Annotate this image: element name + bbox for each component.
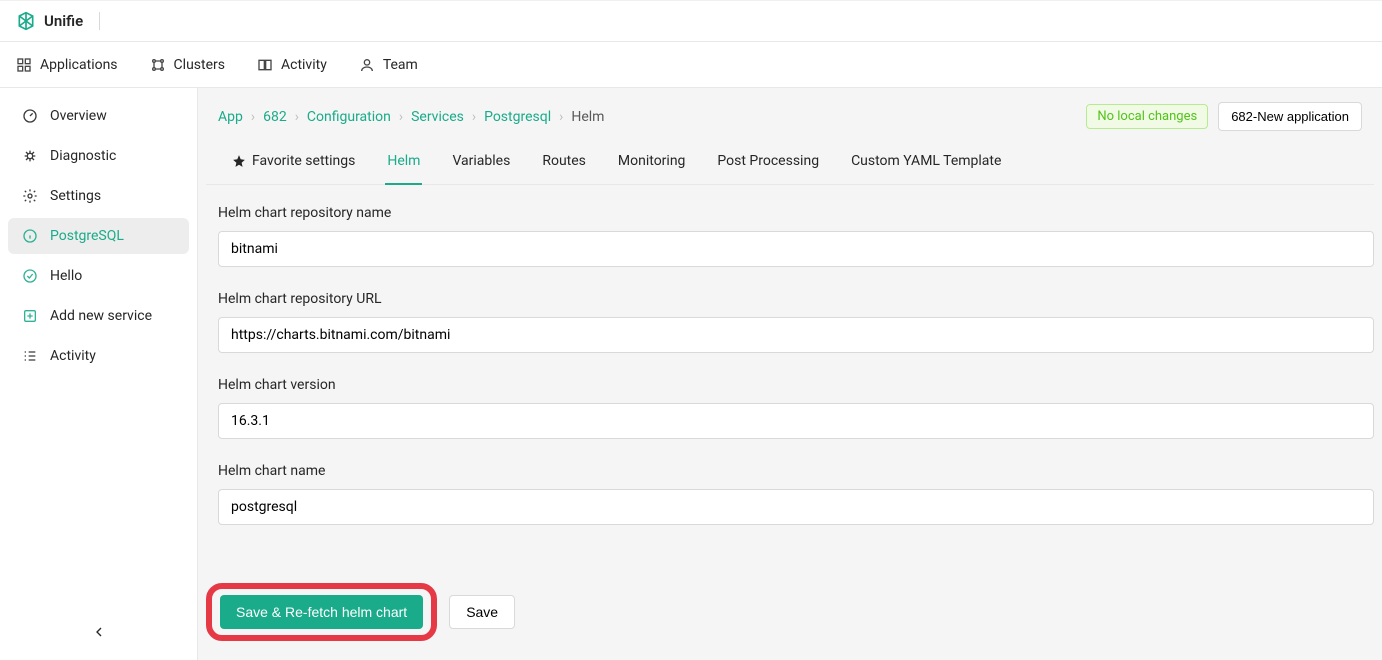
nav-activity[interactable]: Activity	[257, 57, 327, 73]
tab-monitoring[interactable]: Monitoring	[616, 153, 688, 185]
highlight-annotation: Save & Re-fetch helm chart	[206, 583, 437, 641]
bug-icon	[22, 148, 38, 164]
tab-label: Custom YAML Template	[851, 153, 1001, 169]
breadcrumb-configuration[interactable]: Configuration	[307, 109, 391, 125]
breadcrumb-service[interactable]: Postgresql	[484, 109, 551, 125]
app-select-button[interactable]: 682-New application	[1218, 102, 1362, 131]
header-right: No local changes 682-New application	[1086, 102, 1362, 131]
sidebar: Overview Diagnostic Settings PostgreSQL …	[0, 88, 198, 660]
sidebar-item-hello[interactable]: Hello	[8, 258, 189, 294]
field-chart-name: Helm chart name	[218, 463, 1374, 525]
label-version: Helm chart version	[218, 377, 1374, 393]
nav-bar: Applications Clusters Activity Team	[0, 42, 1382, 88]
brand-name: Unifie	[44, 12, 83, 30]
divider	[99, 12, 100, 30]
sidebar-label: Activity	[50, 348, 96, 364]
breadcrumb-app[interactable]: App	[218, 109, 243, 125]
content-header: App › 682 › Configuration › Services › P…	[198, 88, 1382, 131]
field-repo-name: Helm chart repository name	[218, 205, 1374, 267]
label-chart-name: Helm chart name	[218, 463, 1374, 479]
status-badge: No local changes	[1086, 104, 1208, 129]
tab-helm[interactable]: Helm	[385, 153, 422, 185]
gear-icon	[22, 188, 38, 204]
tabs: Favorite settings Helm Variables Routes …	[206, 131, 1374, 185]
dashboard-icon	[22, 108, 38, 124]
helm-form: Helm chart repository name Helm chart re…	[198, 185, 1382, 569]
sidebar-label: Add new service	[50, 308, 152, 324]
nav-team[interactable]: Team	[359, 57, 418, 73]
tab-label: Helm	[387, 153, 420, 169]
sidebar-label: Diagnostic	[50, 148, 116, 164]
sidebar-item-overview[interactable]: Overview	[8, 98, 189, 134]
tab-post-processing[interactable]: Post Processing	[715, 153, 821, 185]
info-icon	[22, 228, 38, 244]
grid-icon	[16, 57, 32, 73]
sidebar-item-settings[interactable]: Settings	[8, 178, 189, 214]
tab-label: Monitoring	[618, 153, 686, 169]
label-repo-url: Helm chart repository URL	[218, 291, 1374, 307]
sidebar-collapse-button[interactable]	[4, 612, 193, 652]
unifie-logo-icon	[16, 11, 36, 31]
top-bar: Unifie	[0, 0, 1382, 42]
sidebar-item-activity[interactable]: Activity	[8, 338, 189, 374]
nav-label: Applications	[40, 57, 118, 73]
label-repo-name: Helm chart repository name	[218, 205, 1374, 221]
field-version: Helm chart version	[218, 377, 1374, 439]
star-icon	[232, 154, 246, 168]
breadcrumb-id[interactable]: 682	[263, 109, 287, 125]
input-version[interactable]	[218, 403, 1374, 439]
nav-label: Activity	[281, 57, 327, 73]
tab-label: Variables	[452, 153, 510, 169]
breadcrumb-services[interactable]: Services	[411, 109, 464, 125]
sidebar-item-postgresql[interactable]: PostgreSQL	[8, 218, 189, 254]
breadcrumb: App › 682 › Configuration › Services › P…	[218, 109, 604, 125]
chevron-right-icon: ›	[472, 109, 476, 125]
content-area: App › 682 › Configuration › Services › P…	[198, 88, 1382, 660]
plus-square-icon	[22, 308, 38, 324]
sidebar-item-diagnostic[interactable]: Diagnostic	[8, 138, 189, 174]
tab-label: Favorite settings	[252, 153, 355, 169]
brand-logo[interactable]: Unifie	[16, 11, 83, 31]
book-icon	[257, 57, 273, 73]
sidebar-label: PostgreSQL	[50, 228, 124, 244]
tab-favorite-settings[interactable]: Favorite settings	[230, 153, 357, 185]
input-repo-url[interactable]	[218, 317, 1374, 353]
check-circle-icon	[22, 268, 38, 284]
input-chart-name[interactable]	[218, 489, 1374, 525]
chevron-left-icon	[91, 624, 107, 640]
main-area: Overview Diagnostic Settings PostgreSQL …	[0, 88, 1382, 660]
sidebar-label: Hello	[50, 268, 82, 284]
chevron-right-icon: ›	[559, 109, 563, 125]
breadcrumb-current: Helm	[571, 109, 604, 125]
tab-label: Routes	[542, 153, 586, 169]
nav-clusters[interactable]: Clusters	[150, 57, 225, 73]
actions-bar: Save & Re-fetch helm chart Save	[198, 569, 1382, 655]
save-button[interactable]: Save	[449, 595, 515, 629]
chevron-right-icon: ›	[295, 109, 299, 125]
tab-label: Post Processing	[717, 153, 819, 169]
save-refetch-button[interactable]: Save & Re-fetch helm chart	[220, 595, 423, 629]
nav-label: Clusters	[174, 57, 225, 73]
field-repo-url: Helm chart repository URL	[218, 291, 1374, 353]
sidebar-label: Overview	[50, 108, 107, 124]
tab-custom-yaml[interactable]: Custom YAML Template	[849, 153, 1003, 185]
cluster-icon	[150, 57, 166, 73]
sidebar-item-add-service[interactable]: Add new service	[8, 298, 189, 334]
tab-routes[interactable]: Routes	[540, 153, 588, 185]
input-repo-name[interactable]	[218, 231, 1374, 267]
nav-label: Team	[383, 57, 418, 73]
sidebar-label: Settings	[50, 188, 101, 204]
person-icon	[359, 57, 375, 73]
chevron-right-icon: ›	[399, 109, 403, 125]
chevron-right-icon: ›	[251, 109, 255, 125]
list-icon	[22, 348, 38, 364]
nav-applications[interactable]: Applications	[16, 57, 118, 73]
tab-variables[interactable]: Variables	[450, 153, 512, 185]
